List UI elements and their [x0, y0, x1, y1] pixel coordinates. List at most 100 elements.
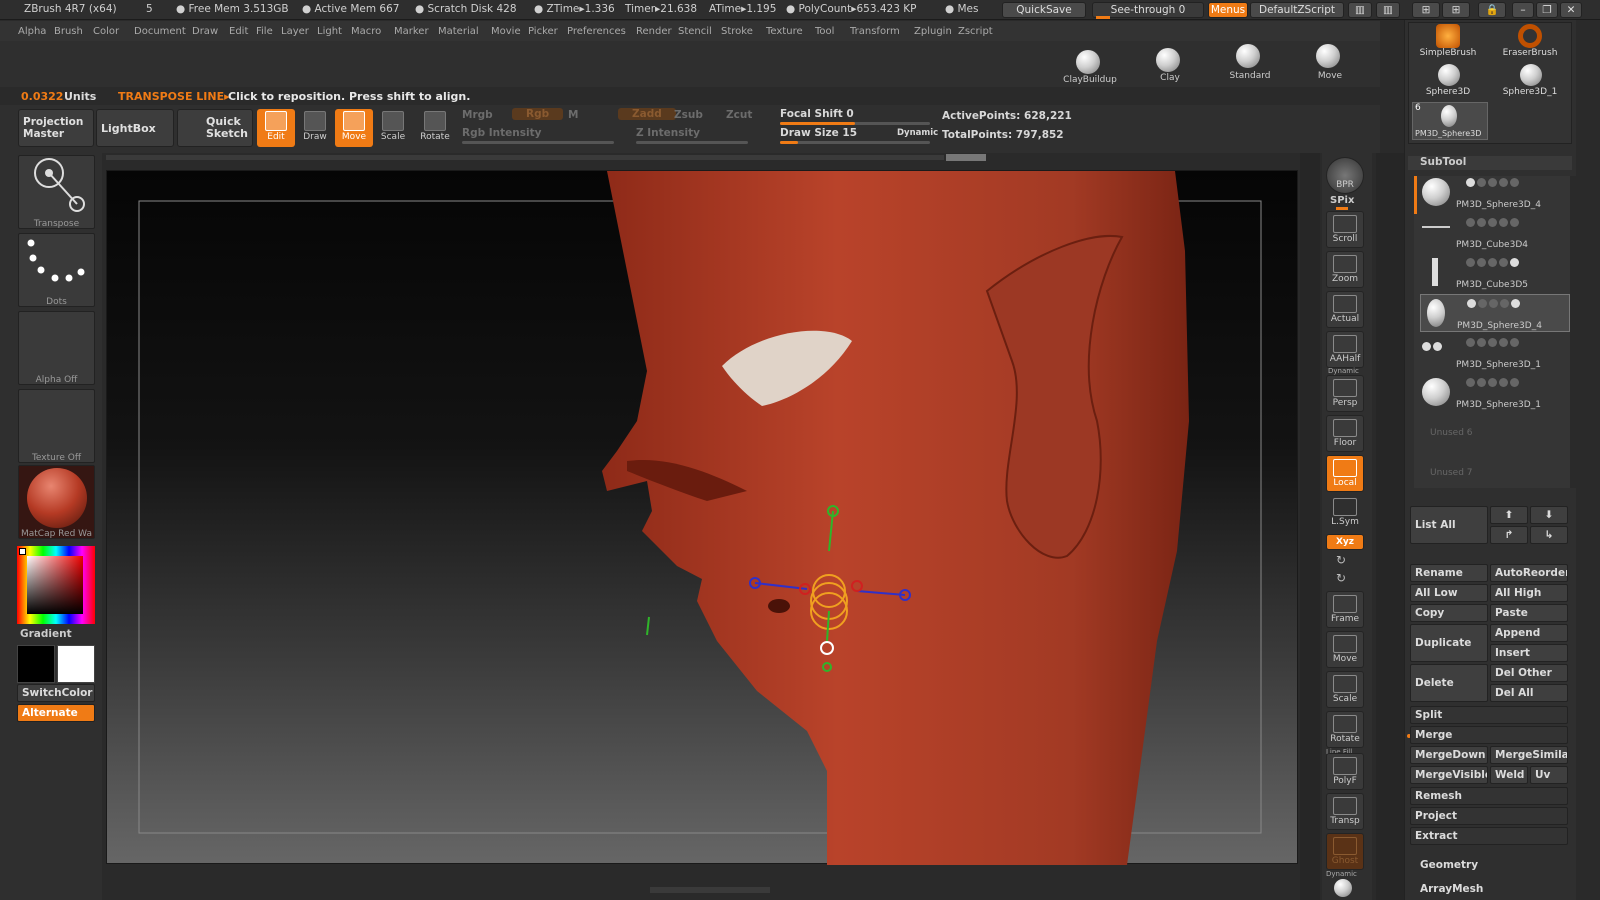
z-intensity-slider[interactable]: Z Intensity	[636, 127, 700, 139]
default-zscript-button[interactable]: DefaultZScript	[1250, 2, 1344, 18]
bottom-scrollbar[interactable]	[650, 887, 770, 893]
mergedown-button[interactable]: MergeDown	[1410, 746, 1488, 764]
alternate-button[interactable]: Alternate	[17, 704, 95, 722]
arrow-turn-up-icon[interactable]: ↱	[1490, 526, 1528, 544]
rotate-z-icon[interactable]: ↻	[1336, 571, 1346, 585]
minimize-icon[interactable]: –	[1512, 2, 1534, 18]
rotate-view-button[interactable]: Rotate	[1326, 711, 1364, 748]
draw-size-label[interactable]: Draw Size 15	[780, 127, 857, 139]
gradient-label[interactable]: Gradient	[20, 628, 72, 640]
subtool-scrollbar[interactable]	[1570, 176, 1576, 488]
color-picker[interactable]	[17, 546, 95, 624]
eraserbrush-icon[interactable]	[1518, 24, 1542, 48]
dynamic-toggle[interactable]: Dynamic	[897, 128, 938, 138]
menu-macro[interactable]: Macro	[351, 26, 381, 37]
scale-view-button[interactable]: Scale	[1326, 671, 1364, 708]
edit-tool[interactable]: Edit	[257, 109, 295, 147]
menu-stencil[interactable]: Stencil	[678, 26, 712, 37]
pm3d-sphere3d-thumb[interactable]: 6 PM3D_Sphere3D	[1412, 102, 1488, 140]
menu-picker[interactable]: Picker	[528, 26, 558, 37]
actual-button[interactable]: Actual	[1326, 291, 1364, 328]
subtool-item[interactable]: PM3D_Sphere3D_1	[1420, 374, 1570, 412]
insert-button[interactable]: Insert	[1490, 644, 1568, 662]
projection-master-button[interactable]: Projection Master	[18, 109, 94, 147]
transpose-thumb[interactable]: Transpose	[18, 155, 95, 229]
rgb-intensity-track[interactable]	[462, 141, 614, 144]
spix-slider[interactable]: SPix	[1330, 195, 1354, 206]
rotate-y-icon[interactable]: ↻	[1336, 553, 1346, 567]
subtool-toggles[interactable]	[1466, 258, 1556, 270]
layout-icon[interactable]: ▥	[1348, 2, 1372, 18]
subtool-toggles[interactable]	[1466, 218, 1556, 230]
zcut-button[interactable]: Zcut	[726, 109, 752, 121]
menu-transform[interactable]: Transform	[850, 26, 900, 37]
menu-alpha[interactable]: Alpha	[18, 26, 46, 37]
menu-draw[interactable]: Draw	[192, 26, 218, 37]
paste-button[interactable]: Paste	[1490, 604, 1568, 622]
quicksave-button[interactable]: QuickSave	[1002, 2, 1086, 18]
menu-color[interactable]: Color	[93, 26, 119, 37]
menu-layer[interactable]: Layer	[281, 26, 309, 37]
geometry-section[interactable]: Geometry	[1420, 859, 1478, 871]
move-down-icon[interactable]: ⬇	[1530, 506, 1568, 524]
top-scroll-thumb[interactable]	[946, 154, 986, 161]
scroll-button[interactable]: Scroll	[1326, 211, 1364, 248]
menus-button[interactable]: Menus	[1208, 2, 1248, 18]
subtool-item[interactable]: PM3D_Sphere3D_4	[1420, 174, 1570, 212]
subtool-item[interactable]: PM3D_Cube3D4	[1420, 214, 1570, 252]
arrow-turn-down-icon[interactable]: ↳	[1530, 526, 1568, 544]
rotate-tool[interactable]: Rotate	[416, 109, 454, 147]
menu-movie[interactable]: Movie	[491, 26, 521, 37]
weld-button[interactable]: Weld	[1490, 766, 1528, 784]
draw-tool[interactable]: Draw	[296, 109, 334, 147]
maximize-icon[interactable]: ❐	[1536, 2, 1558, 18]
sphere3d1-icon[interactable]	[1520, 64, 1542, 86]
alpha-thumb[interactable]: Alpha Off	[18, 311, 95, 385]
menu-stroke[interactable]: Stroke	[721, 26, 753, 37]
layout2-icon[interactable]: ▥	[1376, 2, 1400, 18]
autoreorder-button[interactable]: AutoReorder	[1490, 564, 1568, 582]
texture-thumb[interactable]: Texture Off	[18, 389, 95, 463]
subtool-toggles[interactable]	[1466, 178, 1556, 190]
simplebrush-icon[interactable]	[1436, 24, 1460, 48]
mrgb-button[interactable]: Mrgb	[462, 109, 493, 121]
split-section[interactable]: Split	[1410, 706, 1568, 724]
subtool-item-active[interactable]: PM3D_Sphere3D_4	[1420, 294, 1570, 332]
move-up-icon[interactable]: ⬆	[1490, 506, 1528, 524]
aahalf-button[interactable]: AAHalf	[1326, 331, 1364, 368]
subtool-toggles[interactable]	[1467, 299, 1557, 311]
switch-color-button[interactable]: SwitchColor	[17, 684, 95, 702]
ghost-button[interactable]: Ghost	[1326, 833, 1364, 870]
palette-icon[interactable]: ⊞	[1412, 2, 1440, 18]
lsym-button[interactable]: L.Sym	[1326, 495, 1364, 532]
menu-document[interactable]: Document	[134, 26, 186, 37]
frame-button[interactable]: Frame	[1326, 591, 1364, 628]
menu-zscript[interactable]: Zscript	[958, 26, 993, 37]
zadd-button[interactable]: Zadd	[618, 108, 676, 120]
lock-icon[interactable]: 🔒	[1478, 2, 1506, 18]
menu-tool[interactable]: Tool	[815, 26, 834, 37]
bpr-button[interactable]: BPR	[1326, 157, 1364, 194]
zsub-button[interactable]: Zsub	[674, 109, 703, 121]
quick-sketch-button[interactable]: Quick Sketch	[177, 109, 253, 147]
zoom-button[interactable]: Zoom	[1326, 251, 1364, 288]
scale-tool[interactable]: Scale	[374, 109, 412, 147]
menu-light[interactable]: Light	[317, 26, 342, 37]
standard-brush-icon[interactable]	[1236, 44, 1260, 68]
primary-color-swatch[interactable]	[17, 645, 55, 683]
del-other-button[interactable]: Del Other	[1490, 664, 1568, 682]
subtool-toggles[interactable]	[1466, 378, 1556, 390]
rgb-button[interactable]: Rgb	[512, 108, 564, 120]
append-button[interactable]: Append	[1490, 624, 1568, 642]
clay-brush-icon[interactable]	[1156, 48, 1180, 72]
material-thumb[interactable]: MatCap Red Wa	[18, 465, 95, 539]
mergevisible-button[interactable]: MergeVisible	[1410, 766, 1488, 784]
palette2-icon[interactable]: ⊞	[1442, 2, 1470, 18]
all-low-button[interactable]: All Low	[1410, 584, 1488, 602]
duplicate-button[interactable]: Duplicate	[1410, 624, 1488, 662]
rgb-intensity-slider[interactable]: Rgb Intensity	[462, 127, 541, 139]
menu-preferences[interactable]: Preferences	[567, 26, 626, 37]
menu-render[interactable]: Render	[636, 26, 672, 37]
copy-button[interactable]: Copy	[1410, 604, 1488, 622]
rename-button[interactable]: Rename	[1410, 564, 1488, 582]
